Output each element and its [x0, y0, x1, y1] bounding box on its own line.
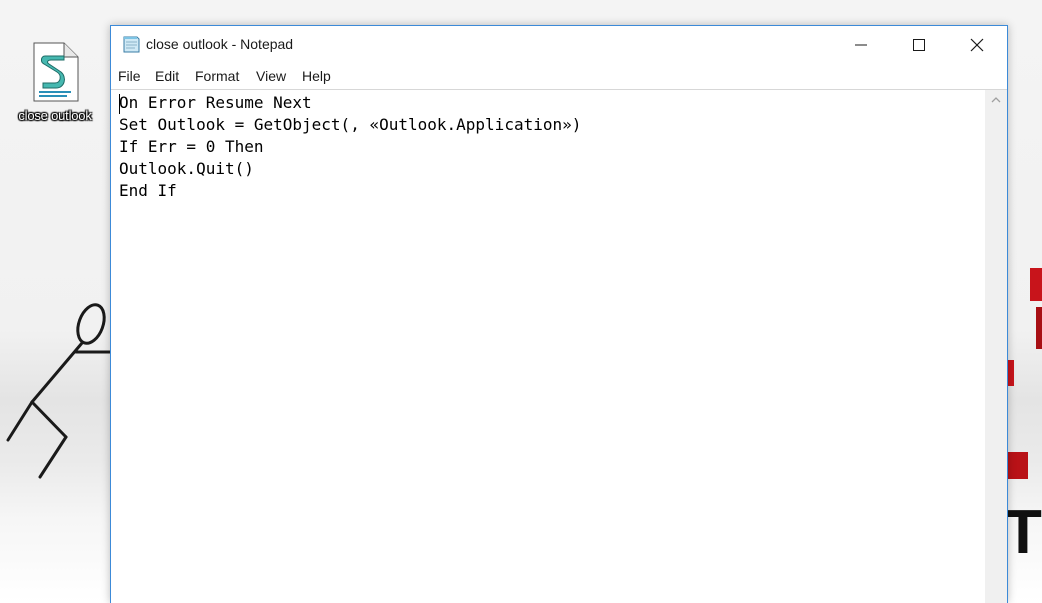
desktop: T close outlook close outlook - Notepad [0, 0, 1042, 603]
desktop-icon-label: close outlook [18, 108, 92, 123]
text-editor-area[interactable]: On Error Resume Next Set Outlook = GetOb… [111, 89, 985, 603]
maximize-icon [913, 39, 925, 51]
code-line-4: Outlook.Quit() [119, 159, 254, 178]
red-blocks-art [1008, 268, 1042, 479]
menu-file[interactable]: File [118, 67, 141, 85]
window-title: close outlook - Notepad [146, 36, 294, 52]
vbscript-file-icon [33, 42, 79, 102]
notepad-icon [123, 36, 140, 53]
minimize-button[interactable] [838, 26, 884, 63]
code-line-5: End If [119, 181, 177, 200]
menu-bar: File Edit Format View Help [111, 63, 1007, 89]
code-line-2: Set Outlook = GetObject(, «Outlook.Appli… [119, 115, 582, 134]
vertical-scrollbar[interactable] [985, 89, 1007, 603]
stick-figure-art [6, 303, 114, 479]
close-icon [970, 38, 984, 52]
menu-format[interactable]: Format [195, 67, 239, 85]
menu-edit[interactable]: Edit [155, 67, 179, 85]
code-line-1: On Error Resume Next [119, 93, 312, 112]
maximize-button[interactable] [896, 26, 942, 63]
scroll-up-button[interactable] [985, 90, 1007, 110]
menu-help[interactable]: Help [302, 67, 331, 85]
minimize-icon [855, 44, 867, 46]
menu-view[interactable]: View [256, 67, 286, 85]
code-line-3: If Err = 0 Then [119, 137, 264, 156]
chevron-up-icon [991, 97, 1001, 103]
wallpaper-letter: T [1004, 498, 1042, 567]
desktop-file-close-outlook[interactable]: close outlook [6, 40, 104, 130]
title-bar[interactable]: close outlook - Notepad [111, 26, 1007, 63]
close-button[interactable] [954, 26, 1000, 63]
notepad-window: close outlook - Notepad File Edit Format… [110, 25, 1008, 603]
